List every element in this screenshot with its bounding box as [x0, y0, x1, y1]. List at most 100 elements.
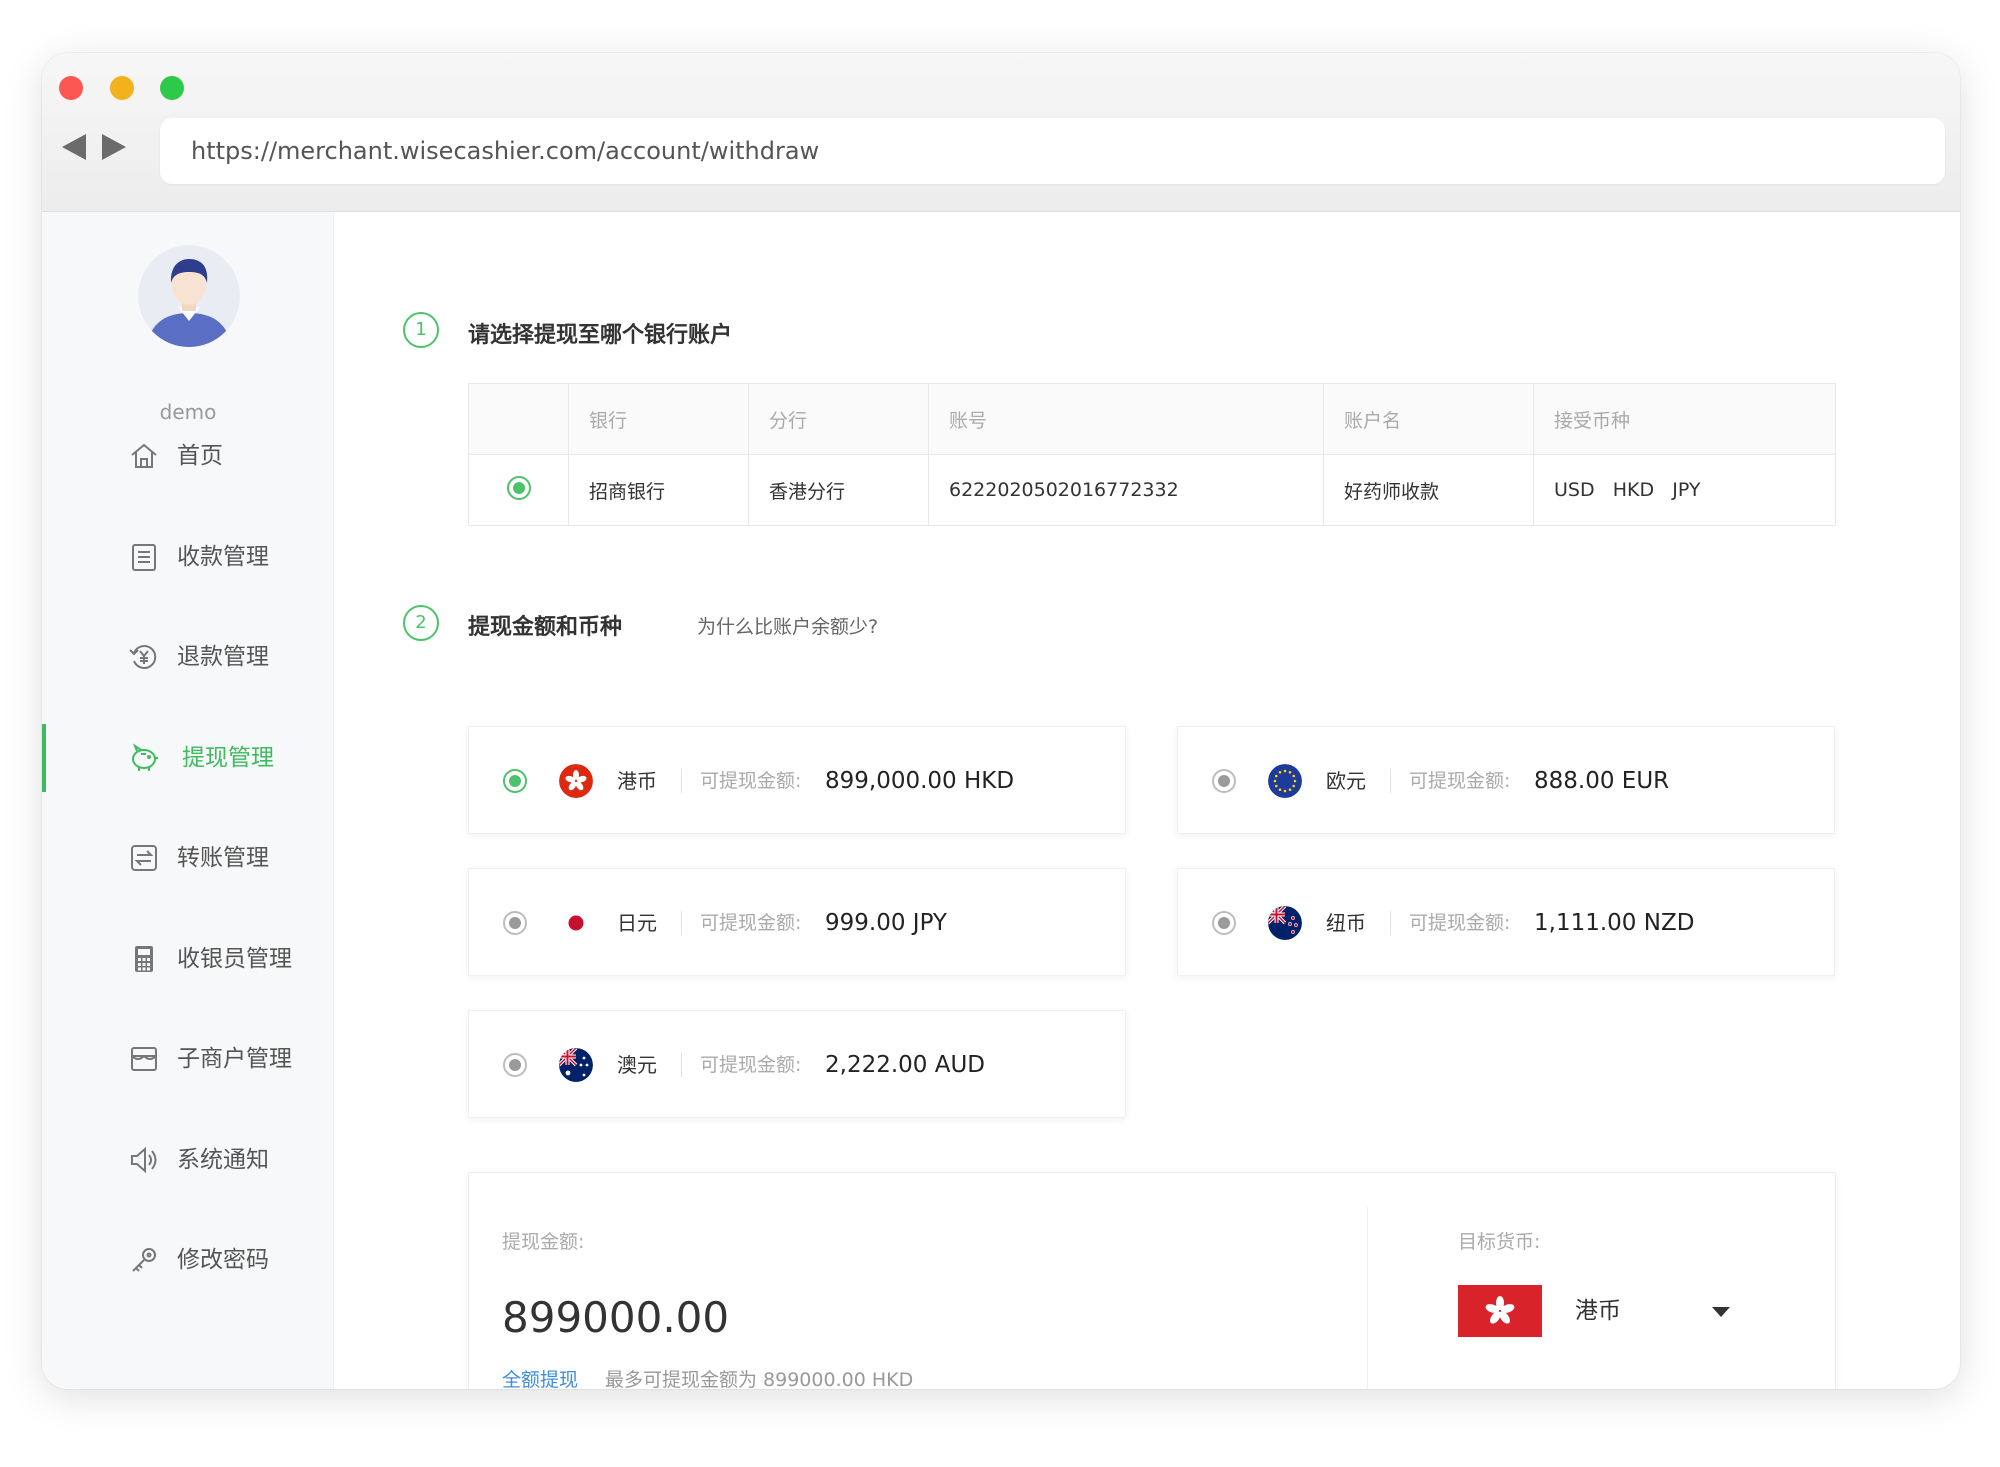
speaker-icon: [131, 1146, 157, 1174]
table-row[interactable]: 招商银行 香港分行 6222020502016772332 好药师收款 USD …: [468, 454, 1836, 526]
list-icon: [132, 544, 156, 571]
amount-label: 提现金额:: [502, 1231, 585, 1253]
currency-option-hkd[interactable]: 港币 可提现金额: 899,000.00 HKD: [468, 726, 1126, 834]
currency-name: 纽币: [1326, 911, 1366, 935]
available-label: 可提现金额:: [700, 770, 802, 792]
withdraw-all-link[interactable]: 全额提现: [502, 1365, 578, 1389]
sidebar-item-sub-merchants[interactable]: 子商户管理: [42, 1025, 334, 1093]
divider: [681, 1053, 682, 1077]
sidebar-item-home[interactable]: 首页: [42, 422, 334, 490]
sidebar-item-label: 子商户管理: [177, 1046, 292, 1072]
sidebar-item-password[interactable]: 修改密码: [42, 1226, 334, 1294]
minimize-window-icon[interactable]: [110, 76, 134, 100]
currency-radio[interactable]: [1212, 911, 1236, 935]
currency-radio[interactable]: [1212, 769, 1236, 793]
username: demo: [159, 400, 217, 424]
withdraw-amount-panel: 提现金额: 899000.00 全额提现 最多可提现金额为 899000.00 …: [468, 1172, 1836, 1389]
table-header-branch: 分行: [748, 383, 929, 455]
account-name-cell: 好药师收款: [1323, 454, 1534, 526]
currency-option-jpy[interactable]: 日元 可提现金额: 999.00 JPY: [468, 868, 1126, 976]
row-select-cell[interactable]: [468, 454, 569, 526]
balance-hint-link[interactable]: 为什么比账户余额少?: [697, 612, 878, 639]
step-1-title: 请选择提现至哪个银行账户: [468, 323, 733, 348]
currency-option-aud[interactable]: 澳元 可提现金额: 2,222.00 AUD: [468, 1010, 1126, 1118]
target-currency-select[interactable]: 港币: [1458, 1285, 1748, 1337]
target-currency-label: 目标货币:: [1458, 1231, 1541, 1253]
step-2-badge: 2: [403, 605, 439, 641]
currency-option-eur[interactable]: 欧元 可提现金额: 888.00 EUR: [1177, 726, 1835, 834]
avatar: [138, 245, 240, 347]
browser-chrome: https://merchant.wisecashier.com/account…: [42, 53, 1960, 212]
divider: [681, 911, 682, 935]
piggy-bank-icon: [132, 743, 158, 771]
calculator-icon: [135, 946, 153, 972]
sidebar-item-payments[interactable]: 收款管理: [42, 523, 334, 591]
bank-account-radio[interactable]: [506, 475, 531, 500]
sidebar-item-label: 提现管理: [182, 745, 274, 771]
eu-flag-icon: [1268, 764, 1302, 798]
available-amount: 999.00 JPY: [825, 910, 947, 936]
address-bar[interactable]: https://merchant.wisecashier.com/account…: [160, 118, 1945, 184]
sidebar-item-label: 系统通知: [177, 1147, 269, 1173]
sidebar-item-label: 修改密码: [177, 1247, 269, 1273]
available-amount: 1,111.00 NZD: [1534, 910, 1695, 936]
branch-cell: 香港分行: [748, 454, 929, 526]
divider: [1390, 911, 1391, 935]
hk-flag-icon: [559, 764, 593, 798]
currency-radio[interactable]: [503, 769, 527, 793]
jp-flag-icon: [559, 906, 593, 940]
currency-name: 港币: [617, 769, 657, 793]
available-label: 可提现金额:: [700, 912, 802, 934]
hk-flag-icon: [1458, 1285, 1542, 1337]
divider: [681, 769, 682, 793]
amount-input[interactable]: 899000.00: [502, 1293, 729, 1342]
currencies-cell: USD HKD JPY: [1533, 454, 1836, 526]
browser-window: https://merchant.wisecashier.com/account…: [42, 53, 1960, 1389]
target-currency-value: 港币: [1575, 1298, 1621, 1324]
sidebar-item-transfer[interactable]: 转账管理: [42, 824, 334, 892]
refund-icon: [129, 645, 157, 669]
available-label: 可提现金额:: [1409, 770, 1511, 792]
currency-radio[interactable]: [503, 911, 527, 935]
available-label: 可提现金额:: [700, 1054, 802, 1076]
sidebar-item-notifications[interactable]: 系统通知: [42, 1126, 334, 1194]
sidebar-item-withdraw[interactable]: 提现管理: [42, 724, 334, 792]
chevron-down-icon[interactable]: [1712, 1307, 1730, 1317]
store-icon: [131, 1047, 157, 1071]
table-header-currencies: 接受币种: [1533, 383, 1836, 455]
main-content: 1 请选择提现至哪个银行账户 银行 分行 账号 账户名 接受币种 招商银行 香港…: [334, 212, 1960, 1389]
available-amount: 888.00 EUR: [1534, 768, 1670, 794]
back-arrow-icon[interactable]: [62, 134, 86, 160]
sidebar-item-label: 退款管理: [177, 644, 269, 670]
currency-radio[interactable]: [503, 1053, 527, 1077]
table-header-row: 银行 分行 账号 账户名 接受币种: [468, 383, 1836, 455]
sidebar-item-label: 首页: [177, 443, 223, 469]
currency-option-nzd[interactable]: 纽币 可提现金额: 1,111.00 NZD: [1177, 868, 1835, 976]
table-header-account: 账号: [928, 383, 1324, 455]
available-label: 可提现金额:: [1409, 912, 1511, 934]
available-amount: 2,222.00 AUD: [825, 1052, 986, 1078]
table-header-bank: 银行: [568, 383, 749, 455]
sidebar-item-refunds[interactable]: 退款管理: [42, 623, 334, 691]
currency-name: 澳元: [617, 1053, 657, 1077]
sidebar: demo 首页 收款管理 退款管理 提现管理 转账管理 收银员管理 子商户管理 …: [42, 212, 334, 1389]
available-amount: 899,000.00 HKD: [825, 768, 1015, 794]
close-window-icon[interactable]: [59, 76, 83, 100]
max-amount-note: 最多可提现金额为 899000.00 HKD: [605, 1369, 914, 1389]
sidebar-item-label: 转账管理: [177, 845, 269, 871]
sidebar-item-label: 收款管理: [177, 544, 269, 570]
step-1-badge: 1: [403, 312, 439, 348]
table-header-select: [468, 383, 569, 455]
sidebar-item-cashiers[interactable]: 收银员管理: [42, 925, 334, 993]
divider: [1390, 769, 1391, 793]
key-icon: [132, 1248, 156, 1272]
maximize-window-icon[interactable]: [160, 76, 184, 100]
transfer-icon: [131, 845, 157, 871]
sidebar-item-label: 收银员管理: [177, 946, 292, 972]
table-header-account-name: 账户名: [1323, 383, 1534, 455]
step-2-title: 提现金额和币种: [468, 615, 623, 640]
bank-account-table: 银行 分行 账号 账户名 接受币种 招商银行 香港分行 622202050201…: [468, 383, 1836, 526]
forward-arrow-icon[interactable]: [102, 134, 126, 160]
currency-name: 日元: [617, 911, 657, 935]
bank-cell: 招商银行: [568, 454, 749, 526]
